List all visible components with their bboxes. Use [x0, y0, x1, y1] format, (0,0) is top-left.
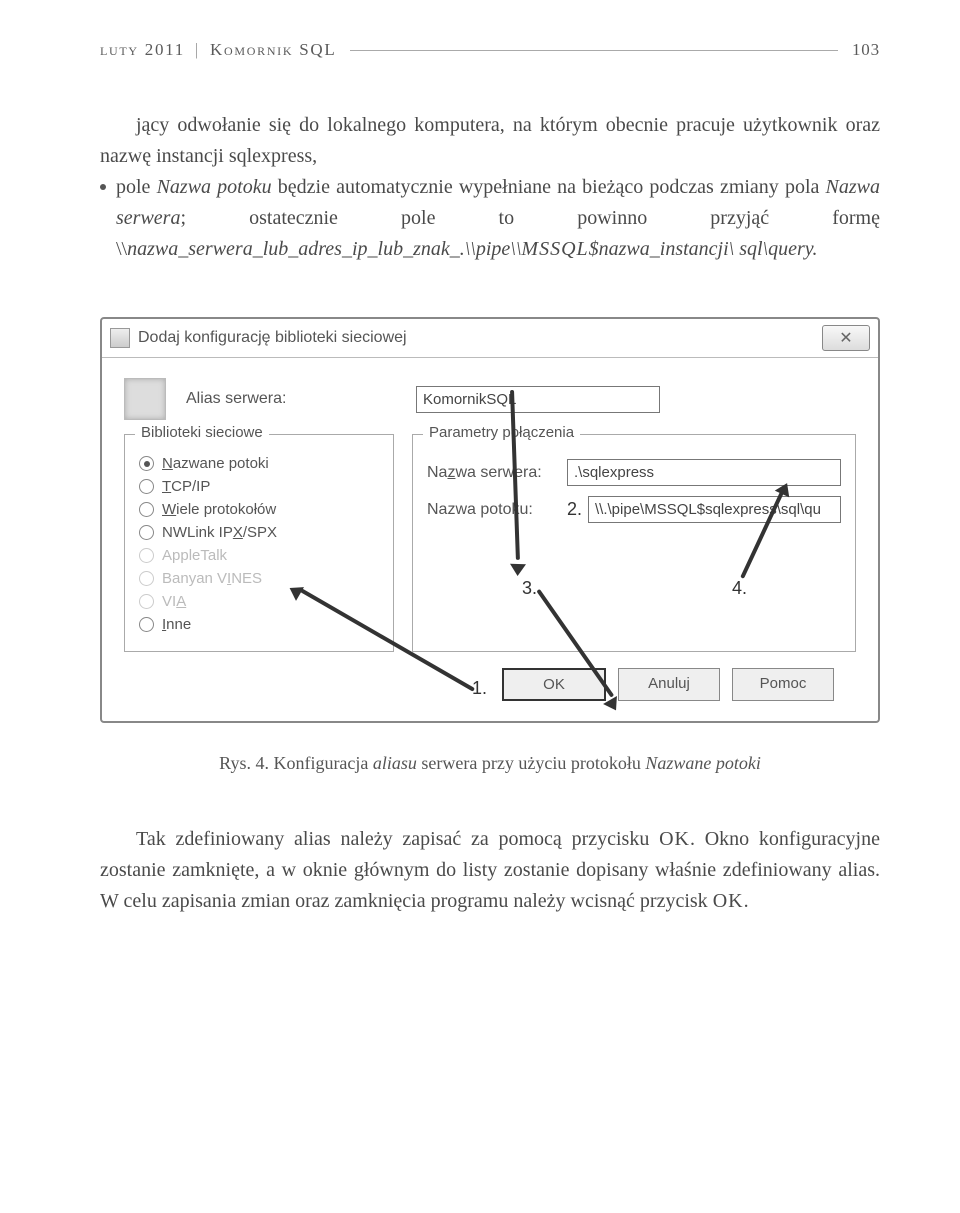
radio-label: Inne: [162, 616, 191, 633]
radio-via: VIA: [139, 593, 379, 610]
header-title: Komornik SQL: [210, 40, 336, 60]
caption-italic: Nazwane potoki: [645, 753, 761, 773]
body-text-2: Tak zdefiniowany alias należy zapisać za…: [100, 824, 880, 917]
t-italic: $nazwa_instancji: [589, 238, 729, 260]
window-icon: [110, 328, 130, 348]
radio-label: VIA: [162, 593, 186, 610]
pipe-name-input[interactable]: \\.\pipe\MSSQL$sqlexpress\sql\qu: [588, 496, 841, 523]
radio-banyan: Banyan VINES: [139, 570, 379, 587]
radio-other[interactable]: Inne: [139, 616, 379, 633]
paragraph-2: pole Nazwa potoku będzie automatycznie w…: [116, 172, 880, 265]
param-row-server: Nazwa serwera: .\sqlexpress: [427, 459, 841, 486]
radio-icon: [139, 456, 154, 471]
radio-icon: [139, 502, 154, 517]
groups: Biblioteki sieciowe Nazwane potoki TCP/I…: [124, 434, 856, 652]
ok-button[interactable]: OK: [502, 668, 606, 701]
dialog-window: Dodaj konfigurację biblioteki sieciowej …: [100, 317, 880, 723]
pipe-name-label: Nazwa potoku:: [427, 501, 567, 519]
radio-appletalk: AppleTalk: [139, 547, 379, 564]
header-sep: |: [195, 40, 200, 60]
header-left: luty 2011: [100, 40, 185, 60]
alias-label: Alias serwera:: [186, 390, 416, 408]
dialog-body: Alias serwera: KomornikSQL Biblioteki si…: [102, 358, 878, 701]
paragraph-3: Tak zdefiniowany alias należy zapisać za…: [100, 824, 880, 917]
t: Tak zdefiniowany alias należy zapisać za…: [136, 828, 659, 850]
radio-label: Wiele protokołów: [162, 501, 276, 518]
paragraph-1: jący odwołanie się do lokalnego komputer…: [100, 110, 880, 172]
running-head: luty 2011 | Komornik SQL 103: [100, 40, 880, 60]
radio-icon: [139, 548, 154, 563]
close-icon: ✕: [839, 328, 852, 348]
radio-nwlink[interactable]: NWLink IPX/SPX: [139, 524, 379, 541]
bullet-dot-icon: [100, 184, 106, 190]
radio-icon: [139, 525, 154, 540]
t-italic: nazwa_serwera_lub_adres_ip_lub_znak_.: [127, 238, 465, 260]
help-button[interactable]: Pomoc: [732, 668, 834, 701]
dialog-titlebar: Dodaj konfigurację biblioteki sieciowej …: [102, 319, 878, 358]
body-text: jący odwołanie się do lokalnego komputer…: [100, 110, 880, 265]
t-smallcaps: MSSQL: [521, 238, 588, 260]
page-number: 103: [852, 40, 880, 60]
annotation-2: 2.: [567, 499, 582, 520]
radio-icon: [139, 479, 154, 494]
group-params: Parametry połączenia Nazwa serwera: .\sq…: [412, 434, 856, 652]
radio-multi[interactable]: Wiele protokołów: [139, 501, 379, 518]
dialog-button-row: OK Anuluj Pomoc: [124, 652, 856, 701]
radio-icon: [139, 617, 154, 632]
radio-label: Banyan VINES: [162, 570, 262, 587]
server-icon: [124, 378, 166, 420]
t: .: [744, 890, 749, 912]
t-italic: \\pipe\\: [465, 238, 522, 260]
server-name-label: Nazwa serwera:: [427, 464, 567, 482]
close-button[interactable]: ✕: [822, 325, 870, 351]
t-italic: \ sql\query.: [729, 238, 818, 260]
cancel-button[interactable]: Anuluj: [618, 668, 720, 701]
param-row-pipe: Nazwa potoku: 2. \\.\pipe\MSSQL$sqlexpre…: [427, 496, 841, 523]
t-italic: Nazwa potoku: [157, 176, 272, 198]
alias-row: Alias serwera: KomornikSQL: [124, 378, 856, 420]
figure-caption: Rys. 4. Konfiguracja aliasu serwera przy…: [100, 753, 880, 774]
radio-icon: [139, 594, 154, 609]
radio-label: Nazwane potoki: [162, 455, 269, 472]
t: pole: [116, 176, 157, 198]
caption-text: Rys. 4. Konfiguracja: [219, 753, 373, 773]
t: będzie automatycznie wypełniane na bieżą…: [272, 176, 826, 198]
radio-label: NWLink IPX/SPX: [162, 524, 277, 541]
group-libraries: Biblioteki sieciowe Nazwane potoki TCP/I…: [124, 434, 394, 652]
radio-tcpip[interactable]: TCP/IP: [139, 478, 379, 495]
page: luty 2011 | Komornik SQL 103 jący odwoła…: [0, 0, 960, 1213]
t-smallcaps: OK: [659, 828, 690, 850]
radio-label: AppleTalk: [162, 547, 227, 564]
group-libraries-legend: Biblioteki sieciowe: [135, 424, 269, 441]
caption-text: serwera przy użyciu protokołu: [417, 753, 645, 773]
radio-icon: [139, 571, 154, 586]
bullet-row: pole Nazwa potoku będzie automatycznie w…: [100, 172, 880, 265]
header-rule: [350, 50, 838, 51]
radio-dot-icon: [144, 461, 150, 467]
radio-label: TCP/IP: [162, 478, 210, 495]
dialog-title: Dodaj konfigurację biblioteki sieciowej: [138, 329, 822, 347]
group-params-legend: Parametry połączenia: [423, 424, 580, 441]
radio-named-pipes[interactable]: Nazwane potoki: [139, 455, 379, 472]
caption-italic: aliasu: [373, 753, 417, 773]
alias-input[interactable]: KomornikSQL: [416, 386, 660, 413]
t-smallcaps: OK: [713, 890, 744, 912]
server-name-input[interactable]: .\sqlexpress: [567, 459, 841, 486]
